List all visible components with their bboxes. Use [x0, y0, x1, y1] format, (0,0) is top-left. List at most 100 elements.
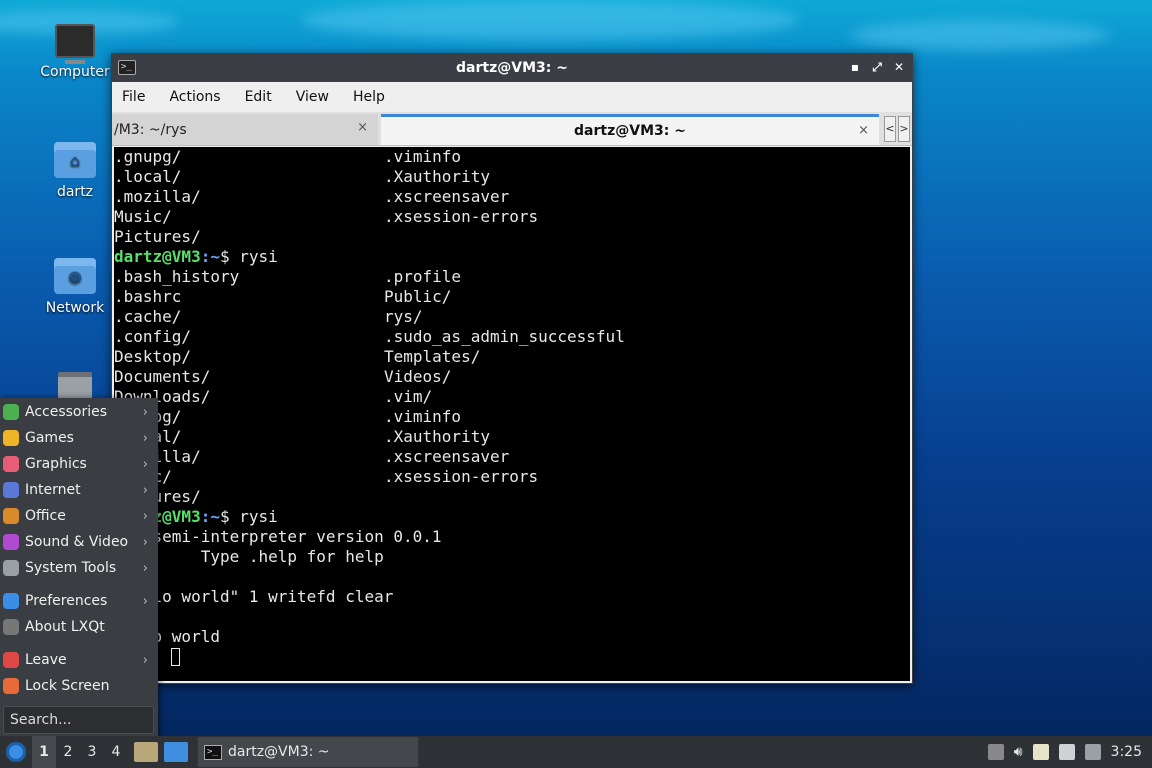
notification-icon[interactable]	[1084, 744, 1101, 760]
menu-search-input[interactable]: Search...	[3, 706, 154, 734]
terminal-app-icon: >_	[118, 60, 136, 75]
category-icon	[3, 456, 19, 472]
menu-edit[interactable]: Edit	[245, 89, 272, 105]
show-desktop-icon[interactable]	[134, 742, 158, 762]
terminal-col-2: .profile	[384, 267, 462, 286]
taskbar-task-terminal[interactable]: >_ dartz@VM3: ~	[198, 737, 418, 767]
prompt-path: :~	[200, 247, 220, 266]
start-menu: Accessories › Games › Graphics › Internet › Offi…	[0, 398, 158, 738]
menu-item-label: Sound & Video	[25, 534, 129, 550]
menu-actions[interactable]: Actions	[169, 89, 220, 105]
terminal-line: "hello world" 1 writefd clear	[114, 587, 910, 607]
terminal-col-2: .Xauthority	[384, 167, 490, 186]
menu-view[interactable]: View	[296, 89, 329, 105]
desktop-icon-label: dartz	[56, 184, 94, 200]
computer-icon	[55, 24, 95, 64]
chevron-right-icon: ›	[142, 593, 148, 609]
title-bar[interactable]: >_ dartz@VM3: ~ ▪ ⤢ ✕	[112, 54, 912, 82]
category-icon	[3, 534, 19, 550]
desktop-icon-network[interactable]: ◉ Network	[30, 258, 120, 316]
terminal-line: Music/ .xsession-errors	[114, 207, 910, 227]
system-tray: 🔊︎ 3:25	[987, 736, 1152, 768]
chevron-right-icon: ›	[142, 508, 148, 524]
terminal-line: Downloads/.vim/	[114, 387, 910, 407]
terminal-line: .local/ .Xauthority	[114, 167, 910, 187]
menu-item-sound-video[interactable]: Sound & Video ›	[0, 529, 158, 555]
menu-item-label: Games	[25, 430, 74, 446]
menu-item-preferences[interactable]: Preferences ›	[0, 588, 158, 614]
tab-scroll-left-button[interactable]: <	[884, 116, 896, 142]
tab-rys[interactable]: /M3: ~/rys ×	[112, 114, 378, 145]
desktop-switch-1[interactable]: 1	[32, 736, 56, 768]
tab-home[interactable]: dartz@VM3: ~ ×	[381, 114, 879, 145]
category-icon	[3, 560, 19, 576]
terminal-line: hello world	[114, 627, 910, 647]
desktop-icon-computer[interactable]: Computer	[30, 24, 120, 80]
updates-icon[interactable]	[987, 744, 1004, 760]
desktop-icon-label: Network	[45, 300, 105, 316]
terminal-col-1: .gnupg/	[114, 147, 182, 166]
chevron-right-icon: ›	[142, 404, 148, 420]
menu-item-about-lxqt[interactable]: About LXQt	[0, 614, 158, 640]
home-folder-icon: ⌂	[54, 142, 96, 178]
menu-item-internet[interactable]: Internet ›	[0, 477, 158, 503]
terminal-col-1: .bash_history	[114, 267, 240, 286]
terminal-col-2: Videos/	[384, 367, 452, 386]
menu-item-office[interactable]: Office ›	[0, 503, 158, 529]
menu-separator	[0, 581, 158, 588]
start-menu-button[interactable]	[0, 736, 32, 768]
prompt-command: $ rysi	[219, 507, 278, 526]
terminal-col-1: .config/	[114, 327, 192, 346]
desktop-switch-2[interactable]: 2	[56, 736, 80, 768]
terminal-line: Music/.xsession-errors	[114, 467, 910, 487]
tab-close-icon[interactable]: ×	[357, 120, 368, 135]
menu-item-system-tools[interactable]: System Tools ›	[0, 555, 158, 581]
desktop-icon-home[interactable]: ⌂ dartz	[30, 142, 120, 200]
terminal-app-icon: >_	[204, 744, 222, 760]
terminal-col-1: Documents/	[114, 367, 211, 386]
terminal-col-2: .viminfo	[384, 147, 462, 166]
terminal-col-2: Templates/	[384, 347, 481, 366]
menu-item-lock-screen[interactable]: Lock Screen	[0, 673, 158, 699]
network-icon[interactable]	[1058, 744, 1075, 760]
desktop-icon-label: Computer	[40, 64, 110, 80]
menu-help[interactable]: Help	[353, 89, 385, 105]
task-label: dartz@VM3: ~	[228, 744, 330, 760]
close-button[interactable]: ✕	[892, 60, 906, 74]
category-icon	[3, 430, 19, 446]
maximize-button[interactable]: ⤢	[870, 60, 884, 74]
clipboard-icon[interactable]	[1032, 744, 1049, 760]
menu-item-label: About LXQt	[25, 619, 105, 635]
tab-label: dartz@VM3: ~	[574, 123, 686, 139]
menu-item-label: System Tools	[25, 560, 117, 576]
category-icon	[3, 652, 19, 668]
menu-file[interactable]: File	[122, 89, 145, 105]
volume-icon[interactable]: 🔊︎	[1014, 744, 1023, 760]
menu-item-accessories[interactable]: Accessories ›	[0, 399, 158, 425]
terminal-col-1: Music/	[114, 207, 172, 226]
terminal-line: Pictures/	[114, 227, 910, 247]
terminal-line: .gnupg/ .viminfo	[114, 147, 910, 167]
file-manager-icon[interactable]	[164, 742, 188, 762]
menu-item-graphics[interactable]: Graphics ›	[0, 451, 158, 477]
chevron-right-icon: ›	[142, 482, 148, 498]
clock[interactable]: 3:25	[1111, 744, 1142, 760]
terminal-output[interactable]: .gnupg/ .viminfo .local/ .Xauthority .mozill…	[114, 147, 910, 681]
minimize-button[interactable]: ▪	[848, 60, 862, 74]
tab-close-icon[interactable]: ×	[858, 123, 869, 138]
desktop-switch-3[interactable]: 3	[80, 736, 104, 768]
category-icon	[3, 593, 19, 609]
tab-scroll-right-button[interactable]: >	[898, 116, 910, 142]
tab-bar: /M3: ~/rys × dartz@VM3: ~ × < >	[112, 112, 912, 146]
menu-item-leave[interactable]: Leave ›	[0, 647, 158, 673]
menu-bar: File Actions Edit View Help	[112, 82, 912, 112]
terminal-col-2: .xsession-errors	[384, 207, 539, 226]
menu-item-games[interactable]: Games ›	[0, 425, 158, 451]
terminal-line: .bashrc Public/	[114, 287, 910, 307]
desktop-switch-4[interactable]: 4	[104, 736, 128, 768]
terminal-cursor	[171, 648, 180, 666]
terminal-window[interactable]: >_ dartz@VM3: ~ ▪ ⤢ ✕ File Actions Edit …	[111, 53, 913, 684]
chevron-right-icon: ›	[142, 534, 148, 550]
